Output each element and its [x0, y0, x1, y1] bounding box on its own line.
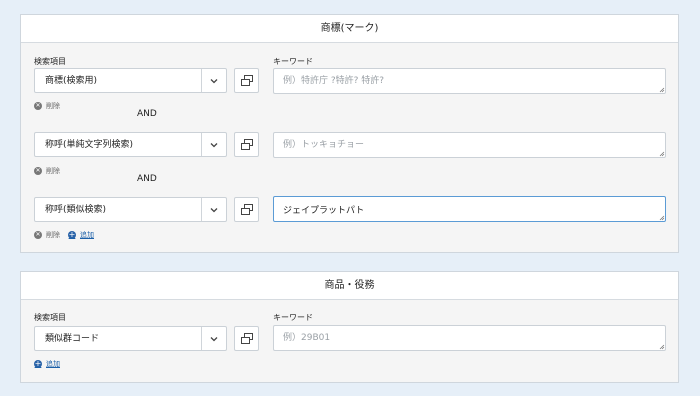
delete-button-2[interactable]: ✕ 削除 — [34, 166, 60, 176]
delete-label: 削除 — [46, 167, 60, 175]
resize-grip-icon[interactable] — [659, 215, 665, 221]
field-label: 検索項目 — [34, 57, 66, 66]
delete-circle-icon: ✕ — [34, 102, 42, 110]
search-field-value: 類似群コード — [45, 334, 100, 344]
select-divider — [201, 69, 202, 92]
delete-circle-icon: ✕ — [34, 231, 42, 239]
delete-button-3[interactable]: ✕ 削除 — [34, 230, 60, 240]
chevron-down-icon[interactable] — [209, 140, 219, 150]
delete-label: 削除 — [46, 102, 60, 110]
keyword-label: キーワード — [273, 57, 313, 66]
and-connector-2: AND — [137, 174, 157, 184]
copy-button-1[interactable] — [234, 68, 259, 93]
search-field-select-2[interactable]: 称呼(単純文字列検索) — [34, 132, 227, 157]
resize-grip-icon[interactable] — [659, 344, 665, 350]
trademark-panel-title: 商標(マーク) — [21, 15, 678, 43]
copy-button-3[interactable] — [234, 197, 259, 222]
search-field-value: 称呼(単純文字列検索) — [45, 140, 134, 150]
add-circle-icon: + — [68, 230, 76, 239]
keyword-input-1[interactable] — [273, 68, 666, 94]
delete-label: 削除 — [46, 231, 60, 239]
resize-grip-icon[interactable] — [659, 87, 665, 93]
keyword-input-2[interactable] — [273, 132, 666, 158]
copy-icon — [241, 204, 253, 215]
add-label: 追加 — [46, 360, 60, 368]
goods-services-panel-title: 商品・役務 — [21, 272, 678, 300]
copy-icon — [241, 139, 253, 150]
chevron-down-icon[interactable] — [209, 76, 219, 86]
search-field-select-1[interactable]: 商標(検索用) — [34, 68, 227, 93]
select-divider — [201, 327, 202, 350]
select-divider — [201, 133, 202, 156]
add-label: 追加 — [80, 231, 94, 239]
keyword-input-goods[interactable] — [273, 325, 666, 351]
keyword-label: キーワード — [273, 313, 313, 322]
delete-button-1[interactable]: ✕ 削除 — [34, 101, 60, 111]
keyword-input-3[interactable] — [273, 196, 666, 222]
copy-button-2[interactable] — [234, 132, 259, 157]
trademark-panel: 商標(マーク) 検索項目 キーワード 商標(検索用) ✕ 削除 AND 称呼(単… — [20, 14, 679, 253]
chevron-down-icon[interactable] — [209, 205, 219, 215]
field-label: 検索項目 — [34, 313, 66, 322]
add-circle-icon: + — [34, 359, 42, 368]
search-field-select-3[interactable]: 称呼(類似検索) — [34, 197, 227, 222]
search-field-value: 商標(検索用) — [45, 76, 98, 86]
goods-services-panel: 商品・役務 検索項目 キーワード 類似群コード + 追加 — [20, 271, 679, 383]
copy-button-goods[interactable] — [234, 326, 259, 351]
copy-icon — [241, 333, 253, 344]
select-divider — [201, 198, 202, 221]
delete-circle-icon: ✕ — [34, 167, 42, 175]
and-connector-1: AND — [137, 109, 157, 119]
search-field-value: 称呼(類似検索) — [45, 205, 107, 215]
add-row-button-goods[interactable]: + 追加 — [34, 359, 60, 369]
add-row-button-trademark[interactable]: + 追加 — [68, 230, 94, 240]
chevron-down-icon[interactable] — [209, 334, 219, 344]
resize-grip-icon[interactable] — [659, 151, 665, 157]
search-field-select-goods[interactable]: 類似群コード — [34, 326, 227, 351]
copy-icon — [241, 75, 253, 86]
